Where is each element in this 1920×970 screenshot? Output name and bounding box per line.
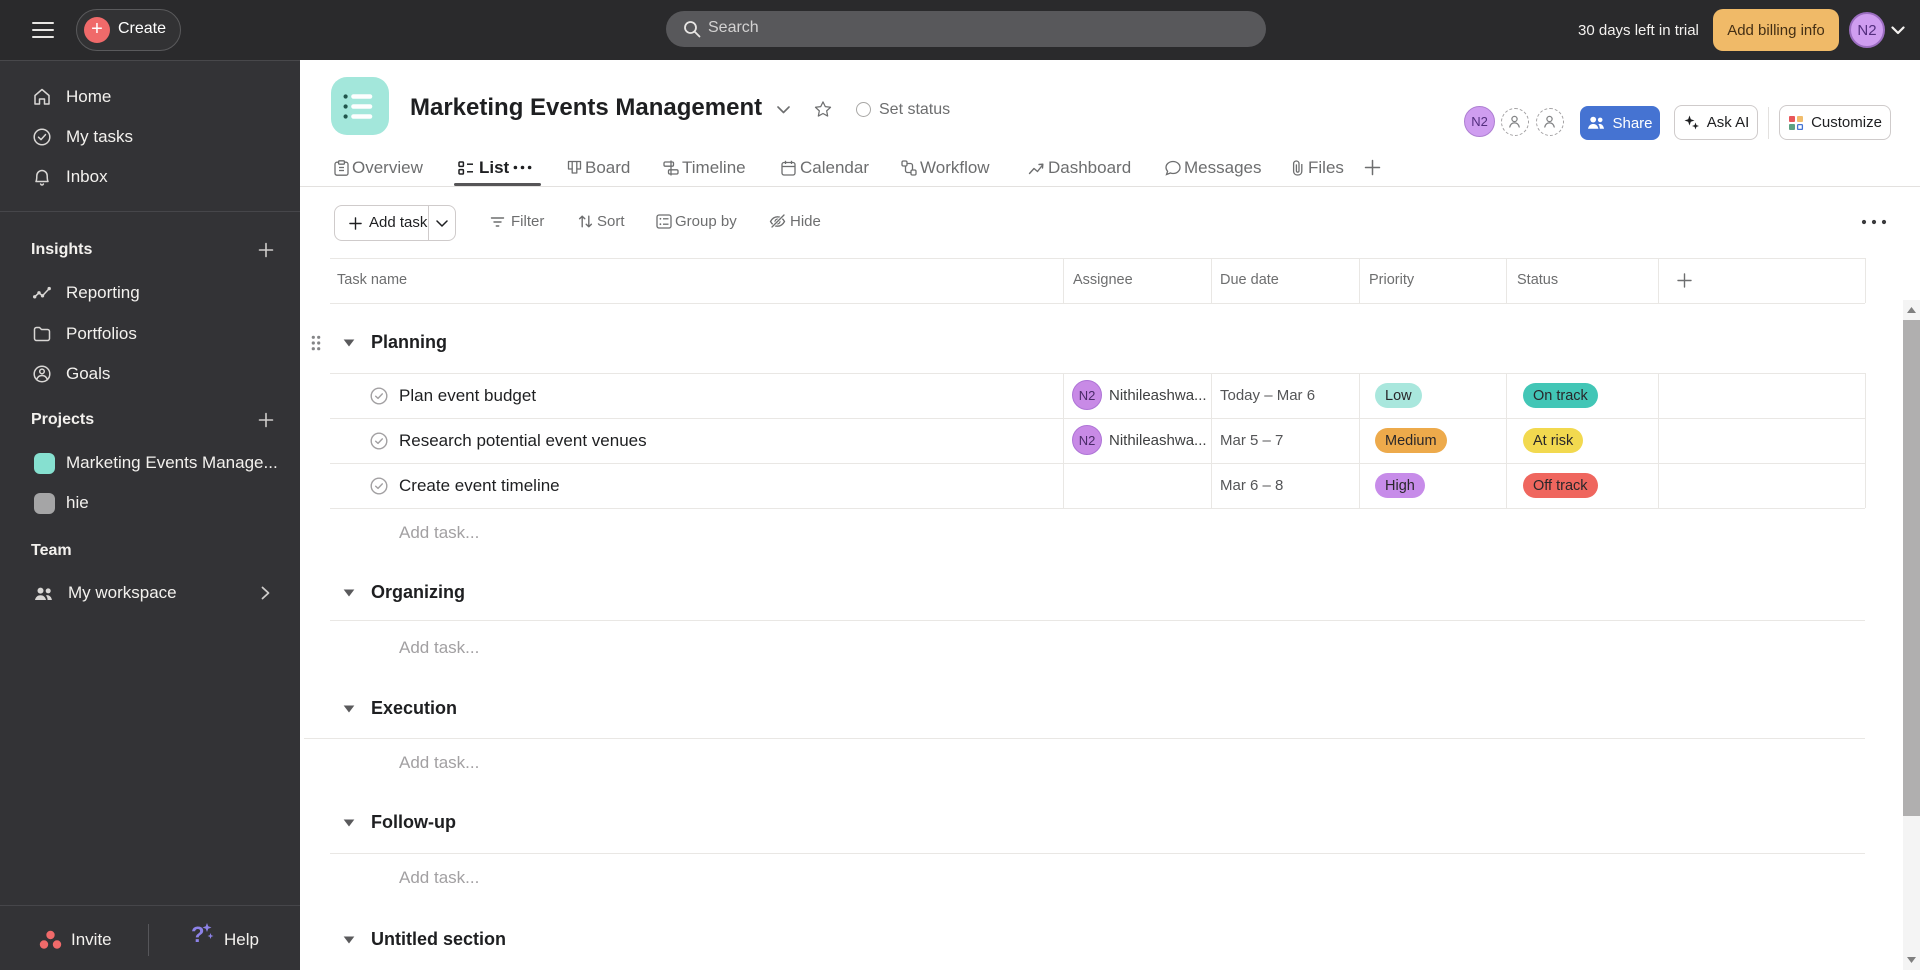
svg-text:?: ? <box>191 922 204 947</box>
